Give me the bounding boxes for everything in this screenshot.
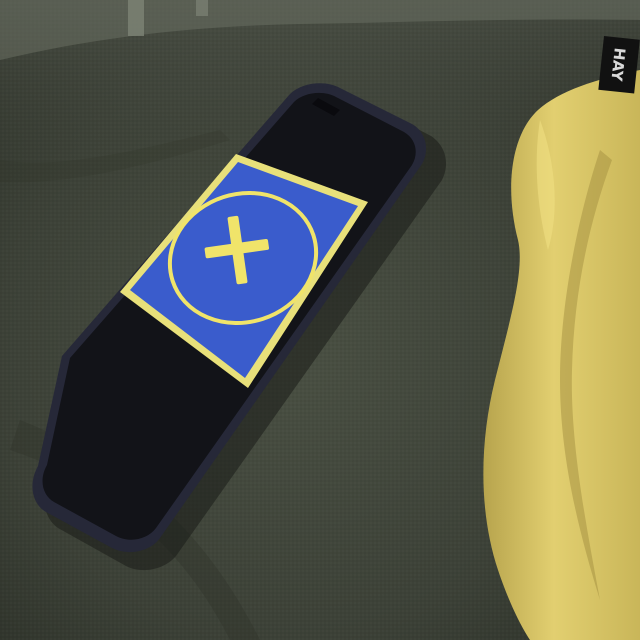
photo-scene: HAY bbox=[0, 0, 640, 640]
chair-leg-left bbox=[128, 0, 144, 36]
chair-leg-right bbox=[196, 0, 208, 16]
brand-tag: HAY bbox=[598, 36, 640, 94]
brand-tag-text: HAY bbox=[607, 47, 629, 83]
